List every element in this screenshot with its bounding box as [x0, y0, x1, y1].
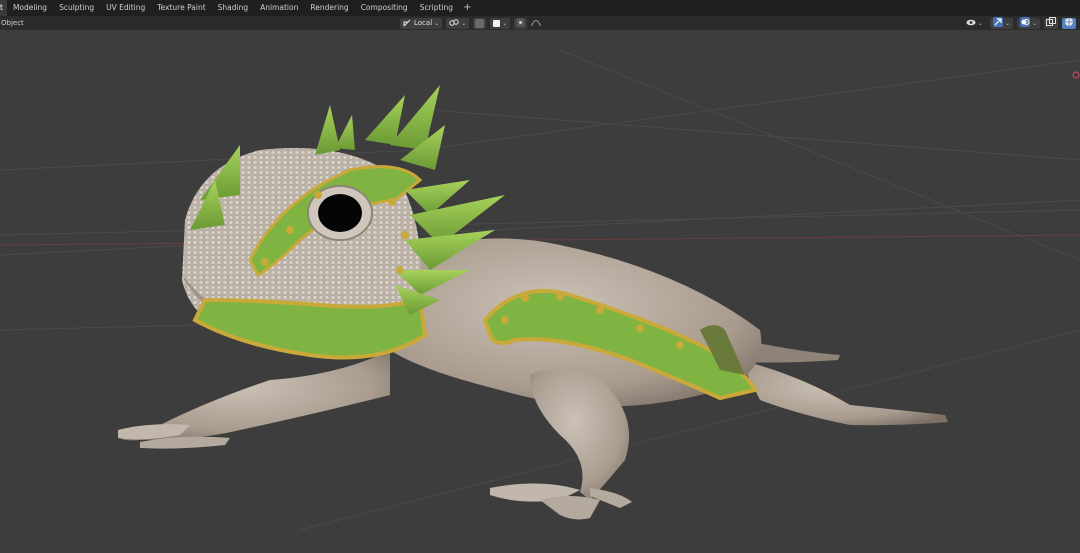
- chevron-down-icon: ⌄: [1031, 19, 1037, 27]
- shading-solid-button[interactable]: [1062, 17, 1076, 29]
- transform-pivot-dropdown[interactable]: Local ⌄: [400, 17, 443, 29]
- header-center-tools: Local ⌄ ⌄ ⌄: [400, 17, 542, 29]
- tab-shading[interactable]: Shading: [212, 0, 254, 16]
- proportional-dot-icon: [516, 18, 525, 29]
- light-marker-icon: [1072, 71, 1080, 79]
- chevron-down-icon: ⌄: [977, 19, 983, 27]
- tab-texture-paint[interactable]: Texture Paint: [151, 0, 211, 16]
- workspace-tab-bar: t Modeling Sculpting UV Editing Texture …: [0, 0, 1080, 16]
- transform-orientation-icon: [403, 18, 412, 29]
- object-mode-dropdown[interactable]: Object: [0, 16, 24, 30]
- chevron-down-icon: ⌄: [461, 19, 467, 27]
- chevron-down-icon: ⌄: [1004, 19, 1010, 27]
- view-object-types-icon: [966, 18, 976, 29]
- xray-icon: [1046, 17, 1056, 29]
- overlays-icon: [1019, 17, 1030, 29]
- header-right-tools: ⌄ ⌄ ⌄: [963, 17, 1076, 29]
- object-types-visibility-dropdown[interactable]: ⌄: [963, 18, 986, 29]
- overlays-toggle[interactable]: ⌄: [1016, 17, 1040, 29]
- 3d-viewport[interactable]: [0, 30, 1080, 553]
- add-workspace-button[interactable]: +: [459, 0, 475, 16]
- tab-rendering[interactable]: Rendering: [304, 0, 354, 16]
- tab-animation[interactable]: Animation: [254, 0, 304, 16]
- tab-modeling[interactable]: Modeling: [7, 0, 53, 16]
- lizard-model[interactable]: [118, 85, 948, 520]
- snap-toggle[interactable]: [473, 17, 487, 29]
- snap-link-button[interactable]: ⌄: [446, 17, 470, 29]
- viewport-canvas: [0, 49, 1080, 531]
- snap-target-dropdown[interactable]: ⌄: [490, 17, 511, 29]
- falloff-curve-icon: [531, 18, 542, 29]
- snap-square-icon: [493, 19, 501, 27]
- proportional-falloff-dropdown[interactable]: [531, 18, 542, 29]
- transform-pivot-label: Local: [414, 19, 433, 27]
- viewport-header: Object Local ⌄ ⌄ ⌄ ⌄ ⌄ ⌄: [0, 16, 1080, 30]
- tab-compositing[interactable]: Compositing: [355, 0, 414, 16]
- snap-magnet-icon: [475, 18, 485, 28]
- tab-sculpting[interactable]: Sculpting: [53, 0, 100, 16]
- snap-link-icon: [449, 18, 459, 29]
- proportional-editing-toggle[interactable]: [514, 17, 528, 29]
- tab-uv-editing[interactable]: UV Editing: [100, 0, 151, 16]
- shading-solid-icon: [1064, 17, 1074, 29]
- xray-toggle[interactable]: [1044, 17, 1058, 29]
- tab-layout[interactable]: t: [0, 0, 7, 16]
- chevron-down-icon: ⌄: [502, 19, 508, 27]
- gizmo-toggle[interactable]: ⌄: [989, 17, 1013, 29]
- chevron-down-icon: ⌄: [434, 19, 440, 27]
- tab-scripting[interactable]: Scripting: [414, 0, 459, 16]
- gizmo-icon: [992, 17, 1003, 29]
